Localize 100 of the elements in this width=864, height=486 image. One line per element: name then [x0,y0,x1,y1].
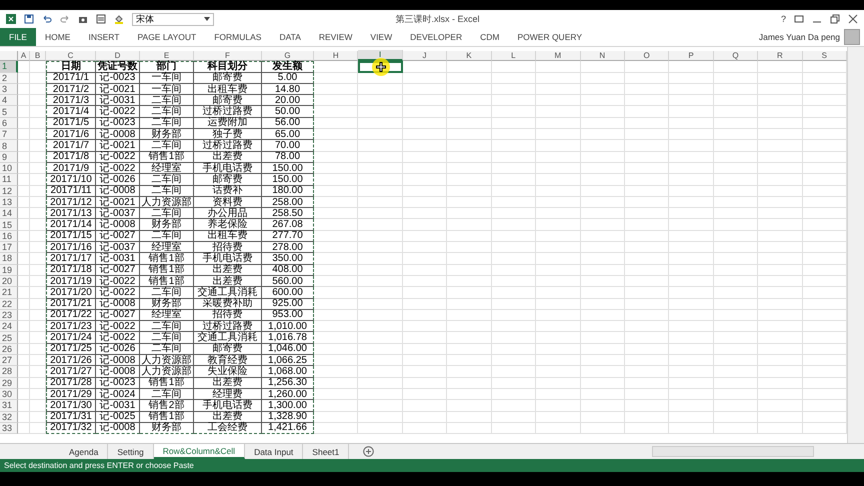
redo-icon[interactable] [60,14,70,24]
row-header[interactable]: 10 [0,162,18,174]
ribbon-tab[interactable]: REVIEW [310,28,362,46]
row-header[interactable]: 8 [0,140,18,152]
row-header[interactable]: 16 [0,230,18,242]
row-header[interactable]: 25 [0,332,18,344]
column-header[interactable]: C [46,51,96,62]
form-icon[interactable] [96,14,106,24]
caret-icon[interactable] [204,17,210,21]
table-cell: 二车间 [140,287,194,299]
table-cell: 交通工具消耗 [194,332,262,344]
ribbon-tab[interactable]: DEVELOPER [401,28,472,46]
column-header[interactable]: G [262,51,314,62]
horizontal-scrollbar[interactable] [652,446,814,457]
ribbon-tab[interactable]: POWER QUERY [508,28,592,46]
row-header[interactable]: 1 [0,61,18,73]
ribbon-tab[interactable]: PAGE LAYOUT [128,28,206,46]
column-header[interactable]: N [580,51,625,62]
row-header[interactable]: 20 [0,276,18,288]
table-cell: 65.00 [262,129,314,140]
ribbon-tab[interactable]: FORMULAS [205,28,270,46]
column-header[interactable]: I [358,50,403,62]
restore-icon[interactable] [830,14,840,24]
row-header[interactable]: 5 [0,106,18,118]
table-cell: 二车间 [140,230,194,242]
table-cell: 267.08 [262,219,314,231]
row-header[interactable]: 3 [0,84,18,96]
paint-bucket-icon[interactable] [114,14,124,24]
row-header[interactable]: 9 [0,152,18,163]
table-cell: 二车间 [140,332,194,344]
table-cell: 出差费 [194,264,262,276]
ribbon-tab[interactable]: DATA [270,28,310,46]
save-icon[interactable] [24,14,34,24]
sheet-tab[interactable]: Row&Column&Cell [154,444,246,459]
excel-logo-icon[interactable] [6,14,16,24]
column-header[interactable]: P [669,51,714,62]
ribbon-tab[interactable]: HOME [36,28,80,46]
table-cell: 二车间 [140,321,194,332]
camera-icon[interactable] [78,14,88,24]
row-header[interactable]: 27 [0,355,18,366]
row-header[interactable]: 4 [0,95,18,106]
row-header[interactable]: 2 [0,72,18,84]
ribbon-display-icon[interactable] [794,14,804,24]
row-header[interactable]: 24 [0,321,18,332]
column-header[interactable]: M [536,51,580,62]
table-cell: 财务部 [140,129,194,140]
vertical-scrollbar[interactable] [847,47,864,443]
table-cell: 独子费 [194,129,262,140]
column-header[interactable]: J [402,51,448,62]
row-header[interactable]: 31 [0,400,18,412]
column-header[interactable]: S [802,51,847,62]
ribbon-tab[interactable]: CDM [471,28,508,46]
row-header[interactable]: 21 [0,287,18,299]
column-header[interactable]: O [624,51,670,62]
column-header[interactable]: A [18,51,30,62]
column-header[interactable]: F [194,51,262,62]
table-cell: 20171/25 [46,344,96,356]
row-header[interactable]: 15 [0,219,18,231]
table-cell: 20171/14 [46,219,96,231]
row-header[interactable]: 6 [0,118,18,130]
add-sheet-icon[interactable] [363,446,374,457]
column-header[interactable]: K [447,51,492,62]
row-header[interactable]: 29 [0,378,18,389]
column-header[interactable]: R [758,51,803,62]
column-header[interactable]: H [314,51,358,62]
ribbon-tab[interactable]: INSERT [79,28,128,46]
row-header[interactable]: 23 [0,310,18,322]
column-header[interactable]: Q [714,51,758,62]
row-header[interactable]: 11 [0,174,18,186]
row-header[interactable]: 14 [0,208,18,220]
row-header[interactable]: 22 [0,298,18,310]
row-header[interactable]: 13 [0,196,18,208]
row-header[interactable]: 7 [0,129,18,140]
row-header[interactable]: 18 [0,253,18,265]
row-header[interactable]: 30 [0,388,18,400]
column-header[interactable]: B [30,51,46,62]
font-name-dropdown[interactable]: 宋体 [132,12,214,26]
row-header[interactable]: 26 [0,344,18,356]
table-cell: 记-0027 [96,264,140,276]
row-header[interactable]: 19 [0,264,18,276]
table-cell: 150.00 [262,162,314,174]
ribbon-tab[interactable]: VIEW [361,28,402,46]
table-cell: 记-0022 [96,332,140,344]
row-header[interactable]: 33 [0,422,18,434]
table-cell: 1,046.00 [262,344,314,356]
column-header[interactable]: L [492,51,536,62]
user-avatar[interactable] [844,29,860,45]
help-button[interactable]: ? [780,14,786,24]
column-header[interactable]: D [96,51,140,62]
column-header[interactable]: E [140,51,194,62]
undo-icon[interactable] [42,14,52,24]
close-icon[interactable] [848,14,858,24]
select-all-corner[interactable] [0,51,18,62]
file-tab[interactable]: FILE [0,28,36,46]
row-header[interactable]: 32 [0,412,18,423]
row-header[interactable]: 28 [0,366,18,378]
table-cell: 邮寄费 [194,174,262,186]
user-name[interactable]: James Yuan Da peng [758,32,844,42]
row-header[interactable]: 12 [0,186,18,197]
row-header[interactable]: 17 [0,242,18,254]
